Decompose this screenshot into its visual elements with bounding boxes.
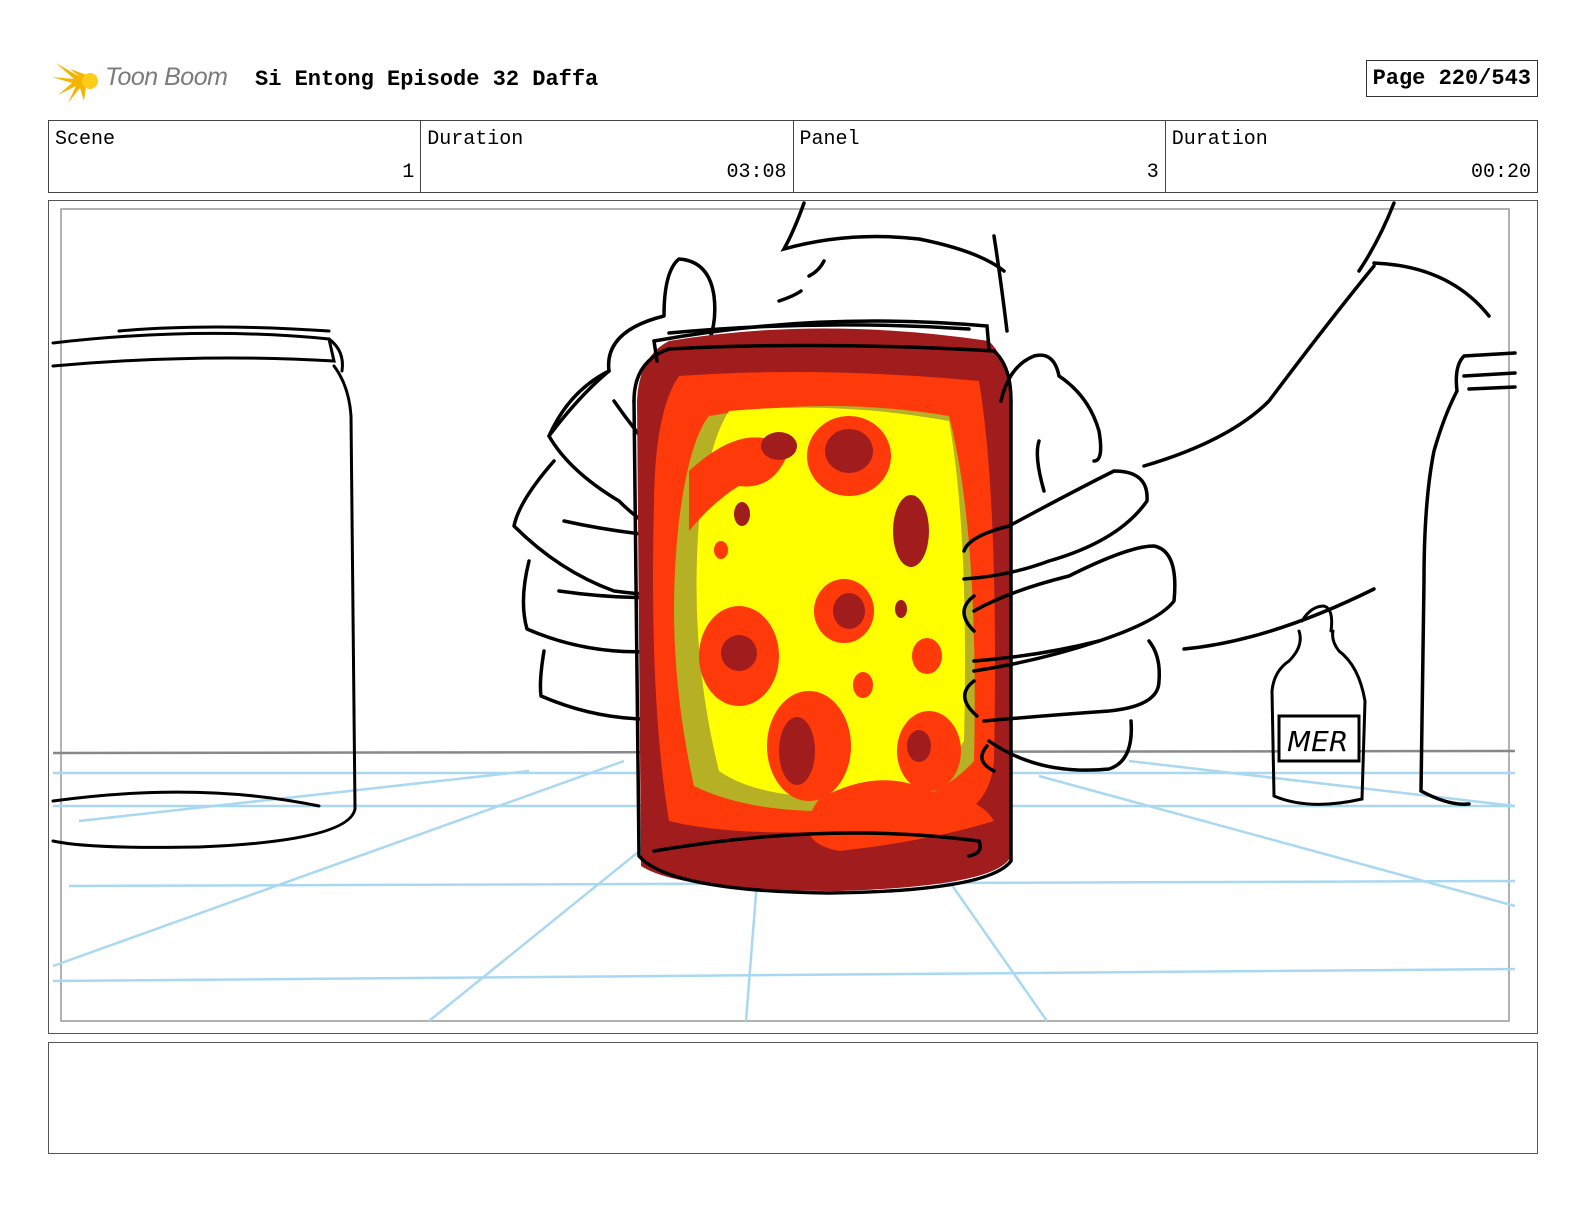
panel-duration-cell: Duration 00:20 — [1166, 121, 1537, 192]
panel-drawing: MER — [51, 201, 1517, 1022]
panel-notes-box — [48, 1042, 1538, 1154]
tall-bottle — [1419, 351, 1517, 806]
scene-duration-label: Duration — [427, 128, 524, 151]
scene-cell: Scene 1 — [49, 121, 422, 192]
panel-value: 3 — [1146, 161, 1159, 184]
panel-duration-value: 00:20 — [1470, 161, 1531, 184]
scene-value: 1 — [402, 161, 415, 184]
page-indicator: Page 220/543 — [1365, 60, 1538, 97]
scene-duration-cell: Duration 03:08 — [421, 121, 794, 192]
starburst-icon — [52, 63, 98, 103]
arm-right — [1142, 201, 1491, 651]
small-bottle — [1270, 604, 1367, 806]
logo-text: Toon Boom — [105, 63, 228, 91]
scene-duration-value: 03:08 — [726, 161, 787, 184]
hero-jar — [632, 319, 1013, 895]
panel-cell: Panel 3 — [794, 121, 1166, 192]
panel-duration-label: Duration — [1171, 128, 1268, 151]
scene-label: Scene — [55, 128, 116, 151]
bottle-label: MER — [1287, 725, 1348, 758]
header: Toon Boom Si Entong Episode 32 Daffa Pag… — [50, 55, 1538, 105]
scene-info-table: Scene 1 Duration 03:08 Panel 3 Duration … — [48, 120, 1538, 193]
left-jar — [51, 325, 357, 849]
arm-top — [777, 201, 1009, 333]
toon-boom-logo: Toon Boom — [50, 55, 240, 105]
panel-label: Panel — [799, 128, 860, 151]
document-title: Si Entong Episode 32 Daffa — [255, 67, 599, 92]
storyboard-panel: MER — [48, 200, 1538, 1034]
